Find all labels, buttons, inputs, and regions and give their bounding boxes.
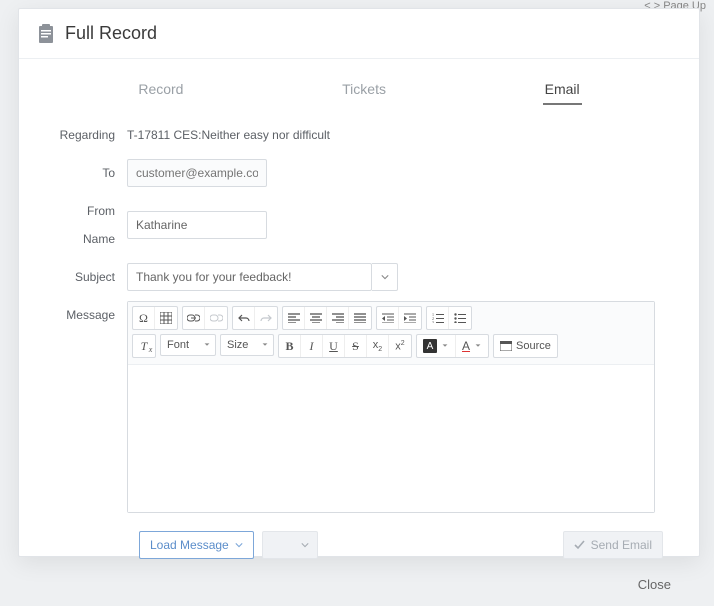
redo-button[interactable]: [255, 307, 277, 329]
check-icon: [574, 540, 585, 550]
italic-icon: I: [310, 339, 314, 354]
align-justify-button[interactable]: [349, 307, 371, 329]
full-record-modal: Full Record Record Tickets Email Regardi…: [18, 8, 700, 557]
font-select[interactable]: Font: [160, 334, 216, 356]
special-char-button[interactable]: Ω: [133, 307, 155, 329]
modal-header: Full Record: [19, 9, 699, 59]
tab-record[interactable]: Record: [136, 77, 185, 105]
align-center-icon: [310, 313, 322, 323]
svg-text:3: 3: [432, 320, 434, 323]
indent-icon: [404, 313, 416, 323]
bold-icon: B: [285, 339, 293, 354]
omega-icon: Ω: [139, 311, 148, 326]
from-name-field[interactable]: [127, 211, 267, 239]
clipboard-icon: [37, 24, 55, 44]
caret-down-icon: [441, 342, 449, 350]
modal-title: Full Record: [65, 23, 157, 44]
link-icon: [187, 313, 200, 323]
to-field[interactable]: [127, 159, 267, 187]
underline-button[interactable]: U: [323, 335, 345, 357]
caret-down-icon: [203, 341, 211, 349]
tab-email[interactable]: Email: [543, 77, 582, 105]
remove-format-icon: Tx: [141, 339, 148, 354]
outdent-icon: [382, 313, 394, 323]
rich-text-editor: Ω: [127, 301, 655, 513]
label-message: Message: [55, 301, 127, 329]
text-color-button[interactable]: A: [417, 335, 456, 357]
align-left-icon: [288, 313, 300, 323]
superscript-icon: x2: [395, 340, 404, 353]
outdent-button[interactable]: [377, 307, 399, 329]
align-justify-icon: [354, 313, 366, 323]
strike-icon: S: [352, 339, 359, 354]
remove-format-button[interactable]: Tx: [133, 335, 155, 357]
source-button[interactable]: Source: [494, 335, 557, 357]
subject-dropdown-button[interactable]: [372, 263, 398, 291]
undo-button[interactable]: [233, 307, 255, 329]
italic-button[interactable]: I: [301, 335, 323, 357]
email-form: Regarding T-17811 CES:Neither easy nor d…: [19, 115, 699, 567]
unlink-button[interactable]: [205, 307, 227, 329]
label-subject: Subject: [55, 263, 127, 291]
caret-down-icon: [474, 342, 482, 350]
table-button[interactable]: [155, 307, 177, 329]
align-right-button[interactable]: [327, 307, 349, 329]
chevron-down-icon: [301, 541, 309, 549]
label-from-name: From Name: [55, 197, 127, 253]
editor-toolbar: Ω: [128, 302, 654, 364]
chevron-down-icon: [235, 541, 243, 549]
subscript-icon: x2: [373, 339, 382, 353]
size-select[interactable]: Size: [220, 334, 274, 356]
superscript-button[interactable]: x2: [389, 335, 411, 357]
bg-color-icon: A: [462, 339, 470, 353]
table-icon: [160, 312, 172, 324]
source-icon: [500, 341, 512, 351]
secondary-dropdown[interactable]: [262, 531, 318, 559]
text-color-icon: A: [423, 339, 437, 353]
caret-down-icon: [261, 341, 269, 349]
ordered-list-button[interactable]: 123: [427, 307, 449, 329]
redo-icon: [260, 313, 272, 323]
bold-button[interactable]: B: [279, 335, 301, 357]
unordered-list-button[interactable]: [449, 307, 471, 329]
send-email-button[interactable]: Send Email: [563, 531, 663, 559]
chevron-down-icon: [381, 273, 389, 281]
regarding-value: T-17811 CES:Neither easy nor difficult: [127, 121, 330, 149]
load-message-button[interactable]: Load Message: [139, 531, 254, 559]
undo-icon: [238, 313, 250, 323]
ordered-list-icon: 123: [432, 313, 444, 323]
subject-field[interactable]: [127, 263, 372, 291]
underline-icon: U: [329, 339, 338, 354]
align-right-icon: [332, 313, 344, 323]
indent-button[interactable]: [399, 307, 421, 329]
label-regarding: Regarding: [55, 121, 127, 149]
unlink-icon: [210, 313, 223, 323]
message-body[interactable]: [128, 364, 654, 512]
tab-tickets[interactable]: Tickets: [340, 77, 388, 105]
strike-button[interactable]: S: [345, 335, 367, 357]
bg-color-button[interactable]: A: [456, 335, 488, 357]
tab-bar: Record Tickets Email: [19, 59, 699, 115]
subscript-button[interactable]: x2: [367, 335, 389, 357]
label-to: To: [55, 159, 127, 187]
close-button[interactable]: Close: [638, 577, 671, 592]
align-center-button[interactable]: [305, 307, 327, 329]
align-left-button[interactable]: [283, 307, 305, 329]
unordered-list-icon: [454, 313, 466, 323]
link-button[interactable]: [183, 307, 205, 329]
